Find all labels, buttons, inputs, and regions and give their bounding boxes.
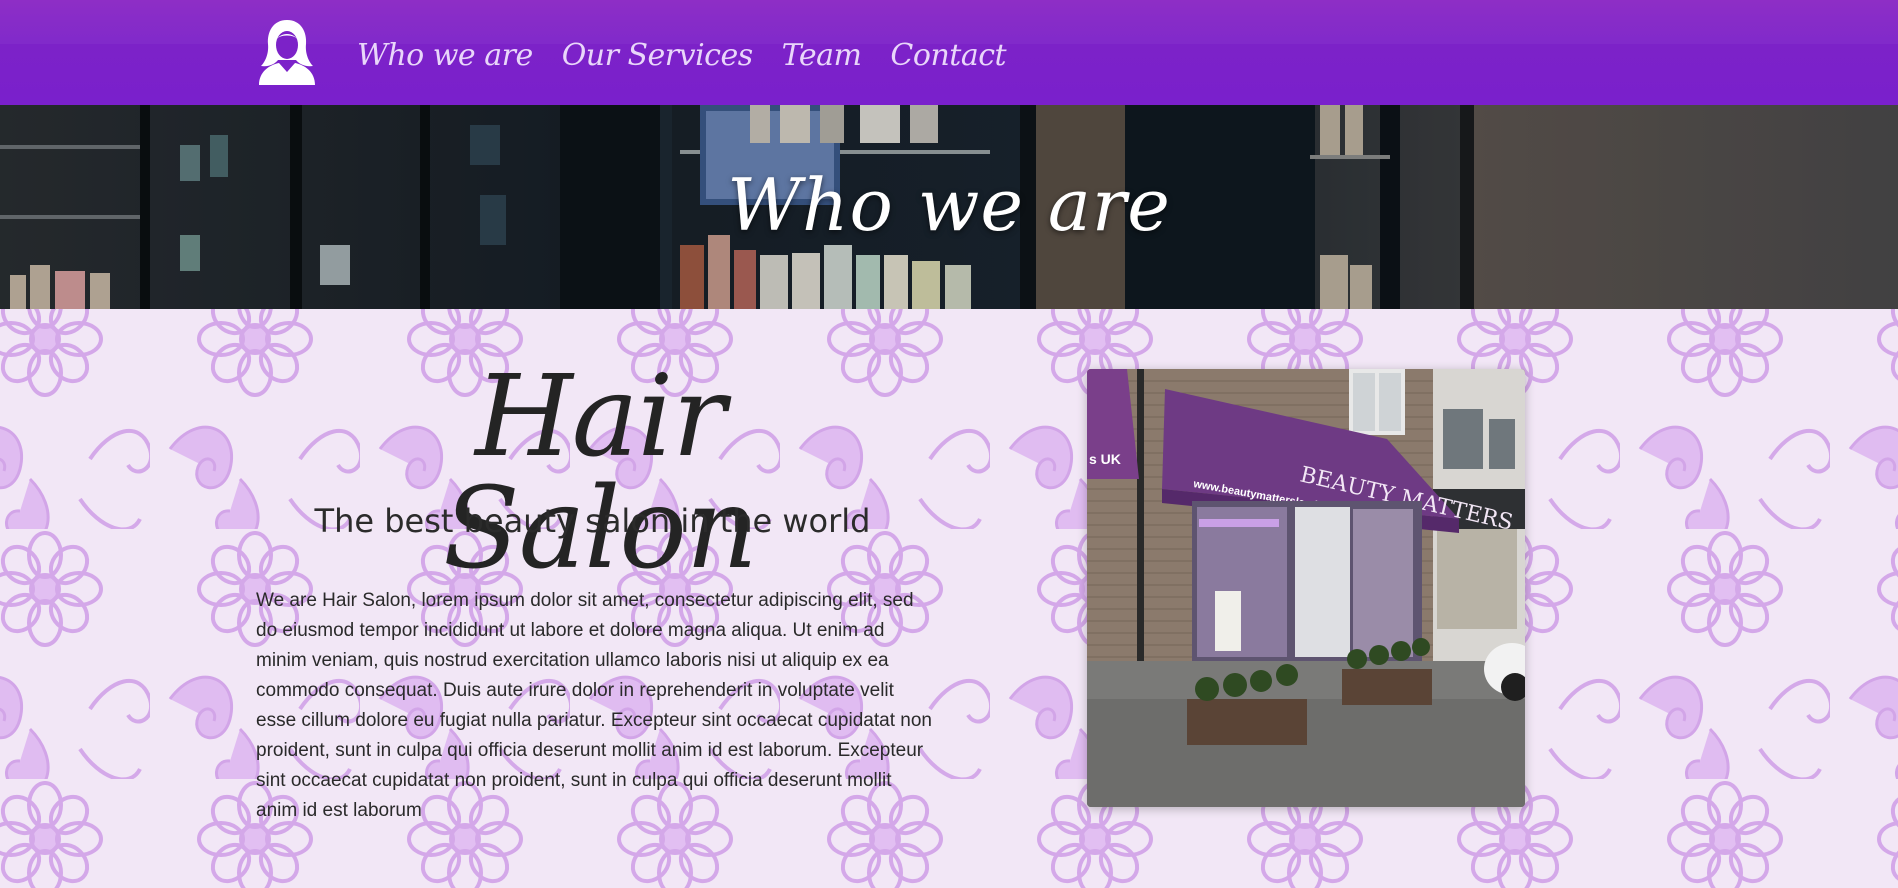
- hero-banner: Who we are: [0, 105, 1898, 309]
- hero-title: Who we are: [727, 163, 1171, 247]
- page: Who we are Our Services Team Contact Who…: [0, 0, 1898, 888]
- nav-link-team[interactable]: Team: [782, 38, 862, 73]
- top-navbar: Who we are Our Services Team Contact: [0, 0, 1898, 105]
- about-description: We are Hair Salon, lorem ipsum dolor sit…: [256, 590, 932, 821]
- brand-title: Hair Salon: [443, 352, 758, 594]
- nav-link-contact[interactable]: Contact: [890, 38, 1006, 73]
- nav-link-who-we-are[interactable]: Who we are: [357, 38, 533, 73]
- nav-link-our-services[interactable]: Our Services: [562, 38, 753, 73]
- salon-storefront-photo: s UK BEAUTY MATTERS www.beautymatterslee…: [1087, 369, 1525, 807]
- nav-links: Who we are Our Services Team Contact: [357, 30, 1007, 80]
- tagline: The best beauty salon in the world: [314, 502, 871, 540]
- left-sign-text: s UK: [1089, 451, 1121, 467]
- woman-silhouette-icon[interactable]: [255, 18, 319, 85]
- about-section: Hair Salon The best beauty salon in the …: [0, 309, 1898, 888]
